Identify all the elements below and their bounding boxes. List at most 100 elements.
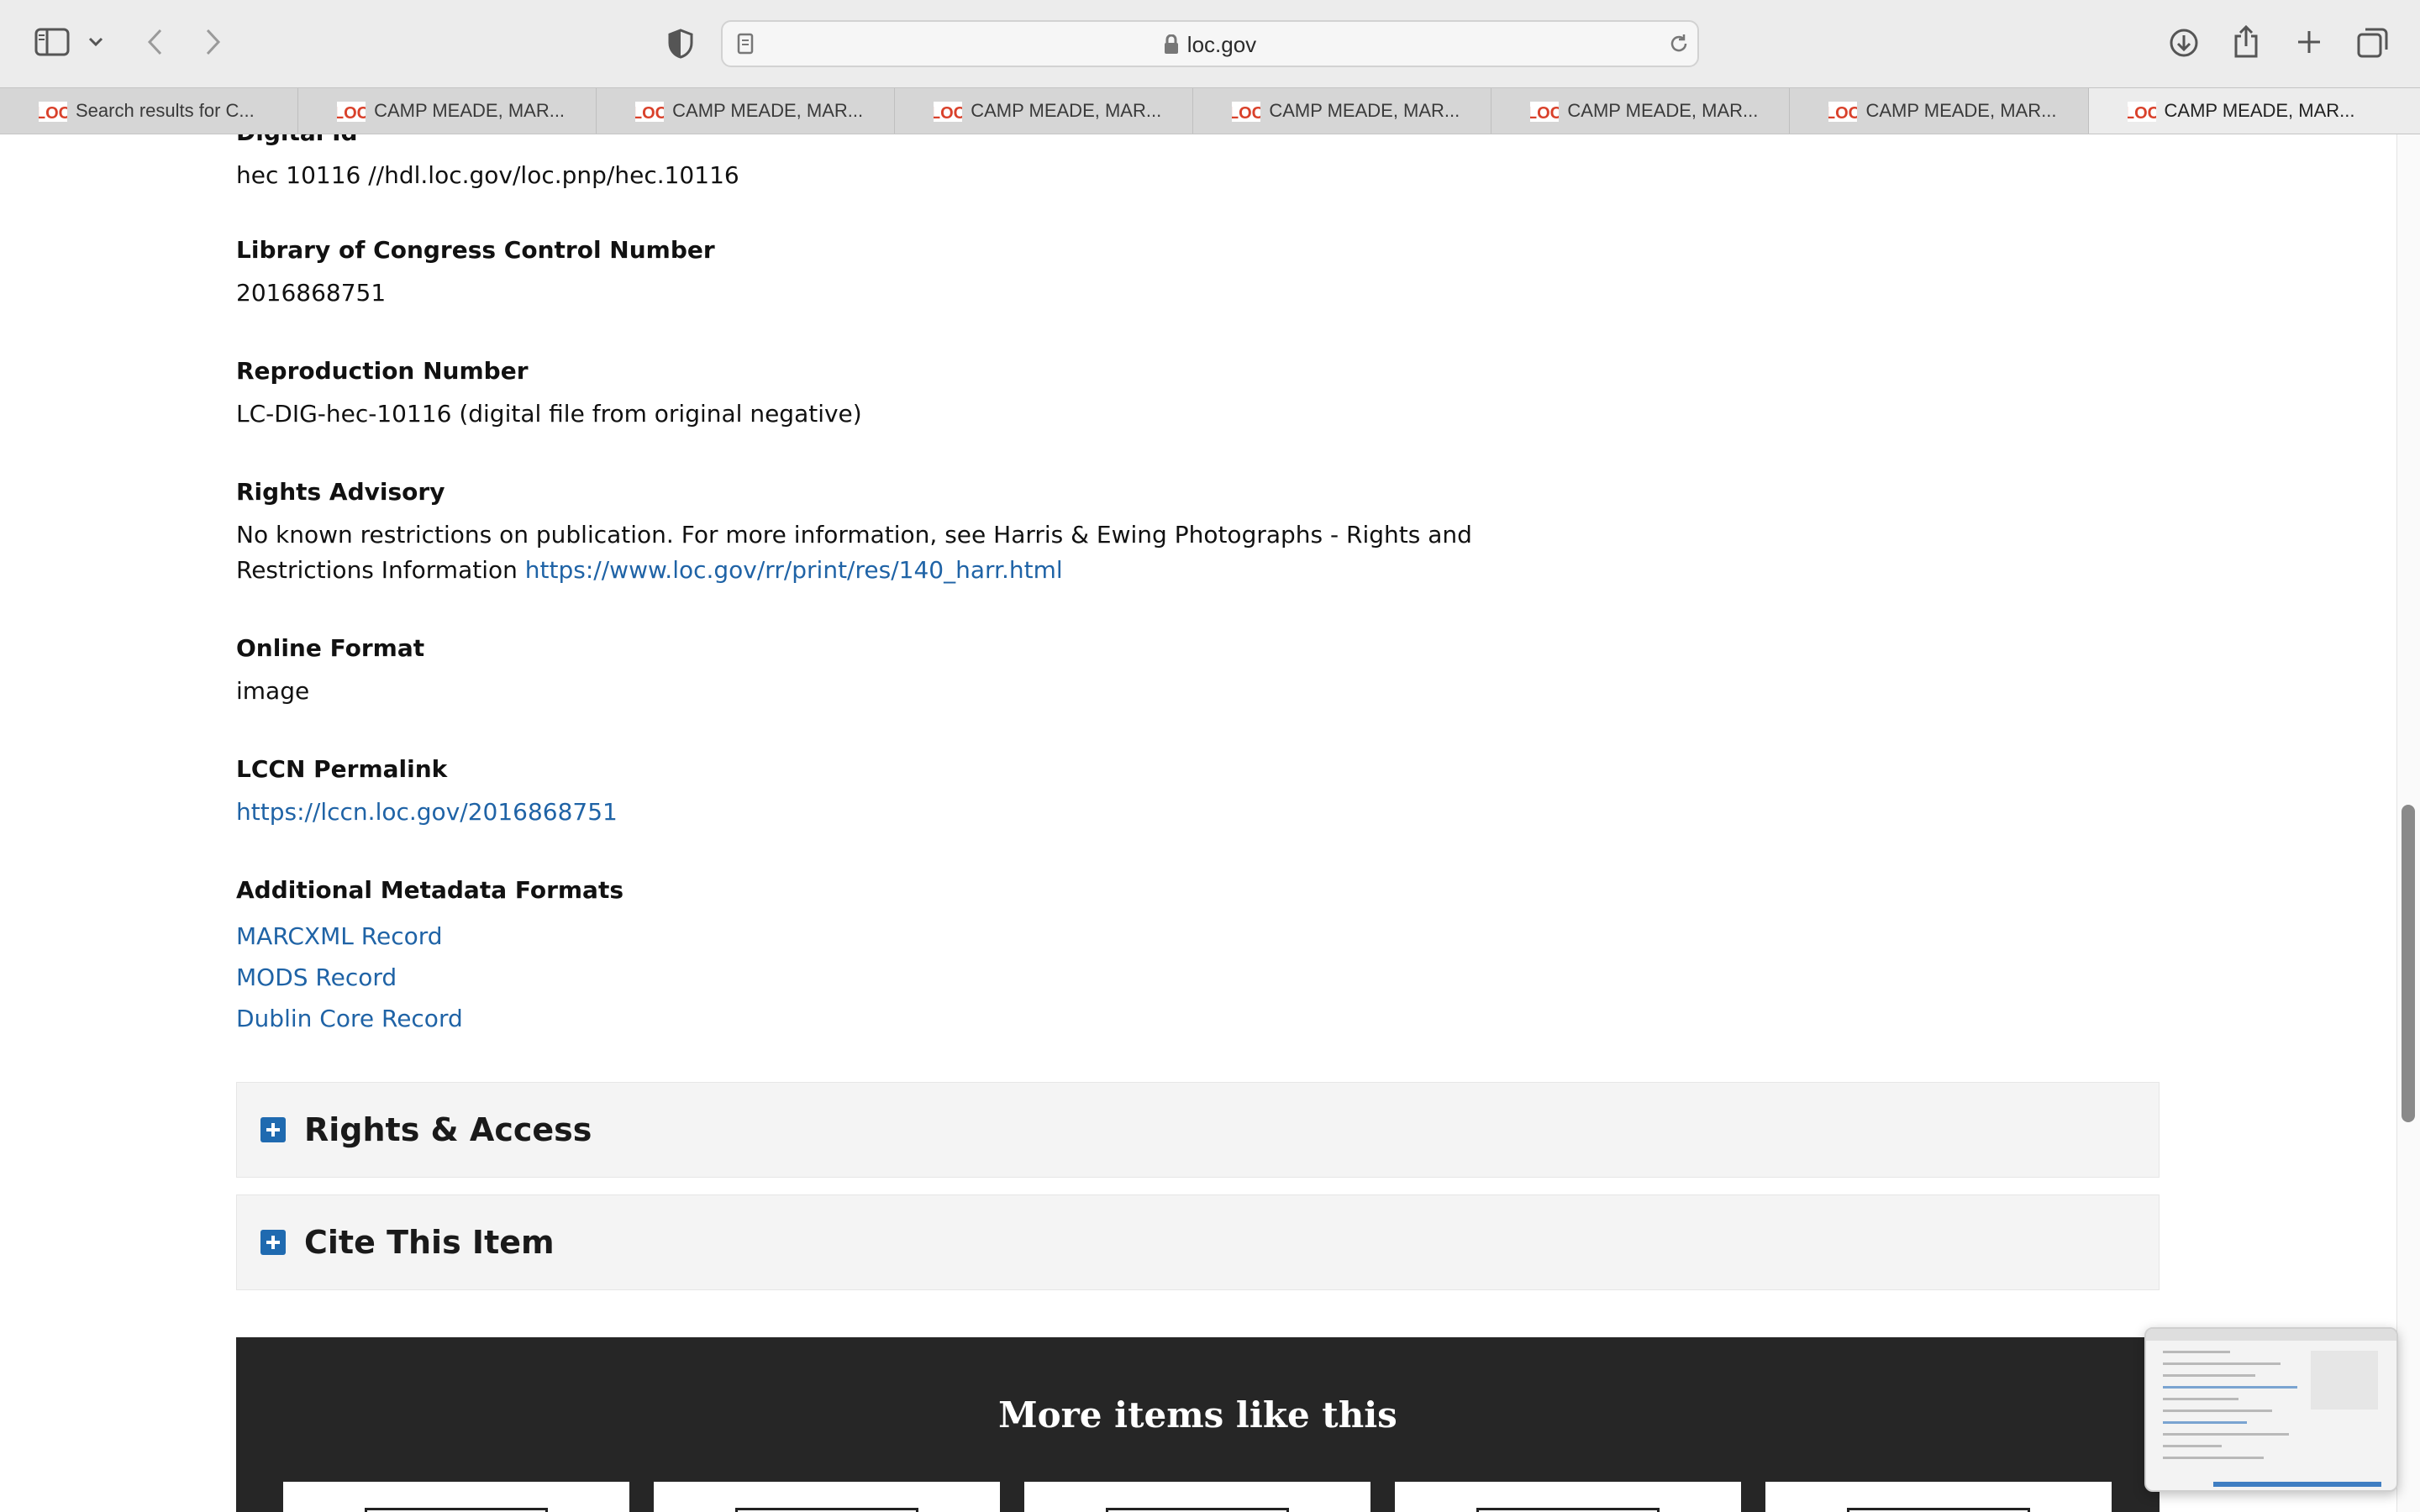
rights-advisory-line1: No known restrictions on publication. Fo… — [236, 521, 1472, 549]
browser-tab[interactable]: LOC CAMP MEADE, MAR... — [597, 88, 896, 134]
preview-line — [2163, 1433, 2289, 1436]
browser-tab[interactable]: LOC CAMP MEADE, MAR... — [895, 88, 1194, 134]
svg-text:LOC: LOC — [1232, 104, 1260, 122]
loc-favicon-icon: LOC — [1527, 102, 1563, 123]
digital-id-field: Digital Id hec 10116 //hdl.loc.gov/loc.p… — [236, 134, 1497, 193]
cite-item-accordion[interactable]: Cite This Item — [236, 1194, 2160, 1290]
rights-advisory-field: Rights Advisory No known restrictions on… — [236, 475, 1497, 588]
svg-text:LOC: LOC — [39, 104, 67, 122]
svg-text:LOC: LOC — [337, 104, 366, 122]
rights-access-title: Rights & Access — [304, 1111, 592, 1148]
lccn-label: Library of Congress Control Number — [236, 236, 715, 264]
svg-text:LOC: LOC — [1530, 104, 1559, 122]
metadata-formats-label: Additional Metadata Formats — [236, 876, 624, 904]
address-text: loc.gov — [1186, 32, 1257, 57]
lccn-permalink-link[interactable]: https://lccn.loc.gov/2016868751 — [236, 798, 618, 826]
tab-title: CAMP MEADE, MAR... — [672, 100, 864, 121]
browser-tab[interactable]: LOC CAMP MEADE, MAR... — [2088, 88, 2420, 134]
window-preview-thumbnail[interactable] — [2144, 1327, 2398, 1492]
tab-title: CAMP MEADE, MAR... — [1567, 100, 1759, 121]
new-tab-icon[interactable] — [2292, 25, 2326, 59]
browser-tab[interactable]: LOC CAMP MEADE, MAR... — [1790, 88, 2089, 134]
preview-line — [2163, 1362, 2281, 1365]
lccn-value: 2016868751 — [236, 279, 387, 307]
tab-title: CAMP MEADE, MAR... — [1865, 100, 2057, 121]
sidebar-icon[interactable] — [32, 25, 72, 59]
more-items-title: More items like this — [998, 1394, 1397, 1436]
preview-line — [2163, 1457, 2264, 1459]
svg-text:LOC: LOC — [934, 104, 962, 122]
preview-line — [2163, 1421, 2247, 1424]
browser-tab[interactable]: LOC Search results for C... — [0, 88, 299, 134]
preview-line — [2163, 1410, 2272, 1412]
svg-text:LOC: LOC — [2128, 104, 2156, 122]
preview-sidebar — [2311, 1351, 2378, 1410]
online-format-field: Online Format image — [236, 632, 1497, 709]
rights-advisory-line2: Restrictions Information https://www.loc… — [236, 553, 1497, 588]
tab-overview-icon[interactable] — [2354, 24, 2391, 60]
rights-info-link[interactable]: https://www.loc.gov/rr/print/res/140_har… — [525, 556, 1063, 584]
online-format-label: Online Format — [236, 634, 425, 662]
online-format-value: image — [236, 677, 310, 705]
lccn-permalink-label: LCCN Permalink — [236, 755, 448, 783]
reproduction-label: Reproduction Number — [236, 357, 529, 385]
preview-line — [2163, 1351, 2230, 1353]
tab-title: Search results for C... — [76, 100, 255, 121]
page-content: Digital Id hec 10116 //hdl.loc.gov/loc.p… — [0, 134, 2420, 1512]
address-bar[interactable]: loc.gov — [721, 20, 1699, 67]
marcxml-record-link[interactable]: MARCXML Record — [236, 922, 443, 950]
forward-icon[interactable] — [198, 25, 229, 59]
rights-access-accordion[interactable]: Rights & Access — [236, 1082, 2160, 1178]
loc-favicon-icon: LOC — [1825, 102, 1861, 123]
digital-id-label: Digital Id — [236, 134, 1497, 150]
scrollbar-thumb[interactable] — [2402, 805, 2415, 1122]
preview-toolbar — [2146, 1329, 2396, 1341]
download-icon[interactable] — [2166, 25, 2202, 60]
rights-advisory-text: Restrictions Information — [236, 556, 518, 584]
tab-title: CAMP MEADE, MAR... — [1269, 100, 1460, 121]
related-item-thumbnail[interactable] — [1024, 1482, 1370, 1512]
dublin-core-record-link[interactable]: Dublin Core Record — [236, 1005, 463, 1032]
browser-tab[interactable]: LOC CAMP MEADE, MAR... — [298, 88, 597, 134]
related-item-thumbnail[interactable] — [1395, 1482, 1741, 1512]
cite-item-title: Cite This Item — [304, 1224, 555, 1261]
mods-record-link[interactable]: MODS Record — [236, 963, 397, 991]
share-icon[interactable] — [2228, 22, 2264, 60]
url-text: loc.gov — [723, 32, 1697, 60]
reload-icon[interactable] — [1667, 32, 1691, 55]
loc-favicon-icon: LOC — [334, 102, 369, 123]
loc-favicon-icon: LOC — [35, 102, 71, 123]
loc-favicon-icon: LOC — [632, 102, 667, 123]
metadata-formats-field: Additional Metadata Formats MARCXML Reco… — [236, 874, 1497, 1039]
related-item-thumbnail[interactable] — [283, 1482, 629, 1512]
related-item-thumbnail[interactable] — [654, 1482, 1000, 1512]
back-icon[interactable] — [139, 25, 170, 59]
loc-favicon-icon: LOC — [1228, 102, 1264, 123]
lccn-permalink-field: LCCN Permalink https://lccn.loc.gov/2016… — [236, 753, 1497, 830]
preview-line — [2163, 1374, 2255, 1377]
reproduction-field: Reproduction Number LC-DIG-hec-10116 (di… — [236, 354, 1497, 432]
preview-line — [2163, 1386, 2297, 1389]
tab-title: CAMP MEADE, MAR... — [2164, 100, 2355, 121]
browser-tab[interactable]: LOC CAMP MEADE, MAR... — [1193, 88, 1492, 134]
tab-title: CAMP MEADE, MAR... — [971, 100, 1162, 121]
reproduction-value: LC-DIG-hec-10116 (digital file from orig… — [236, 400, 862, 428]
svg-text:LOC: LOC — [1828, 104, 1857, 122]
rights-advisory-label: Rights Advisory — [236, 478, 445, 506]
svg-text:LOC: LOC — [635, 104, 664, 122]
tab-title: CAMP MEADE, MAR... — [374, 100, 566, 121]
preview-button — [2213, 1482, 2381, 1487]
preview-line — [2163, 1445, 2222, 1447]
lccn-field: Library of Congress Control Number 20168… — [236, 234, 1497, 311]
browser-tab[interactable]: LOC CAMP MEADE, MAR... — [1491, 88, 1791, 134]
related-item-thumbnail[interactable] — [1765, 1482, 2112, 1512]
chevron-down-icon[interactable] — [86, 32, 106, 52]
shield-icon[interactable] — [664, 27, 697, 60]
more-items-section: More items like this — [236, 1337, 2160, 1512]
preview-line — [2163, 1398, 2238, 1400]
expand-plus-icon[interactable] — [260, 1117, 286, 1142]
expand-plus-icon[interactable] — [260, 1230, 286, 1255]
lock-icon — [1164, 34, 1179, 60]
tab-bar: LOC Search results for C... LOC CAMP MEADE,… — [0, 87, 2420, 134]
loc-favicon-icon: LOC — [930, 102, 965, 123]
